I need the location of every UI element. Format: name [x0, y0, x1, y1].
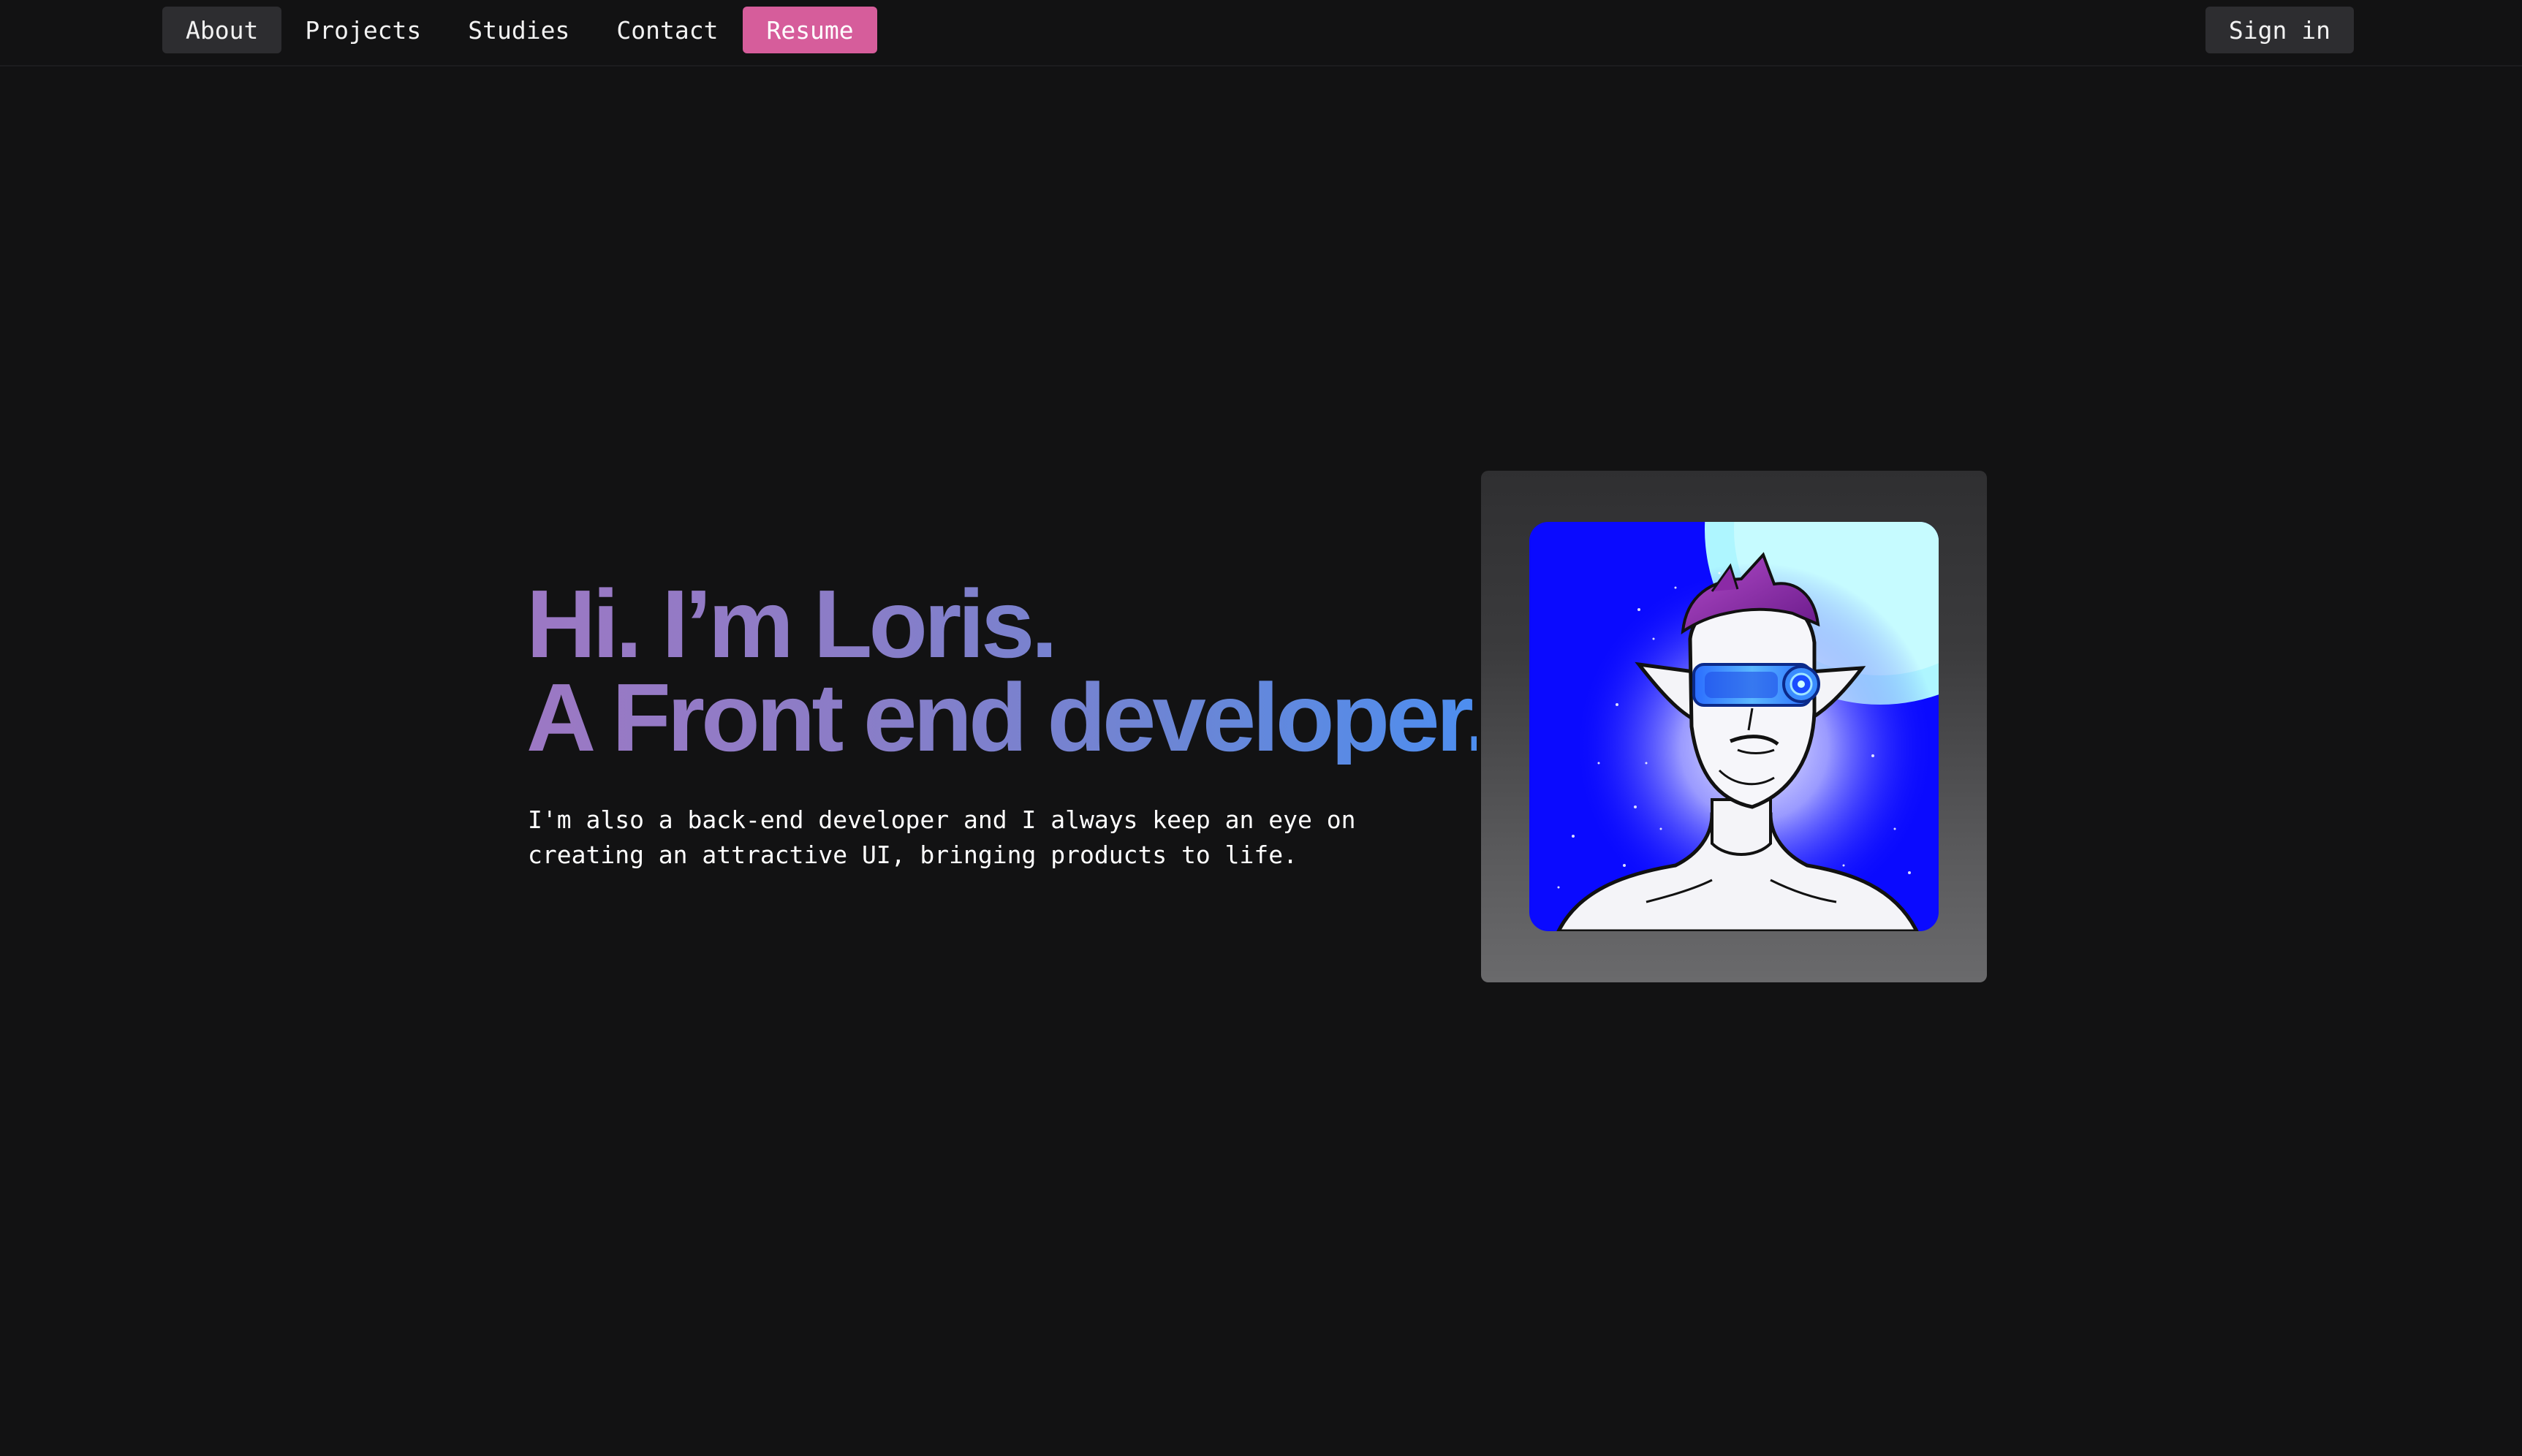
hero-headline: Hi. I’m Loris. A Front end developer.	[526, 577, 1477, 765]
hero-section: Hi. I’m Loris. A Front end developer. I'…	[526, 577, 1477, 869]
hero-subtitle: I'm also a back-end developer and I alwa…	[528, 805, 1356, 869]
sign-in-button[interactable]: Sign in	[2205, 7, 2354, 53]
main-nav: About Projects Studies Contact Resume	[162, 7, 877, 53]
avatar-frame	[1481, 471, 1987, 982]
nav-item-studies[interactable]: Studies	[444, 7, 593, 53]
nav-item-about[interactable]: About	[162, 7, 282, 53]
nav-item-projects[interactable]: Projects	[281, 7, 444, 53]
nav-item-contact[interactable]: Contact	[593, 7, 741, 53]
resume-button[interactable]: Resume	[743, 7, 877, 53]
avatar-illustration	[1529, 522, 1939, 931]
headline-line-role: A Front end developer.	[526, 664, 1488, 771]
top-navbar: About Projects Studies Contact Resume Si…	[0, 0, 2522, 67]
headline-line-greeting: Hi. I’m Loris.	[526, 570, 1055, 678]
